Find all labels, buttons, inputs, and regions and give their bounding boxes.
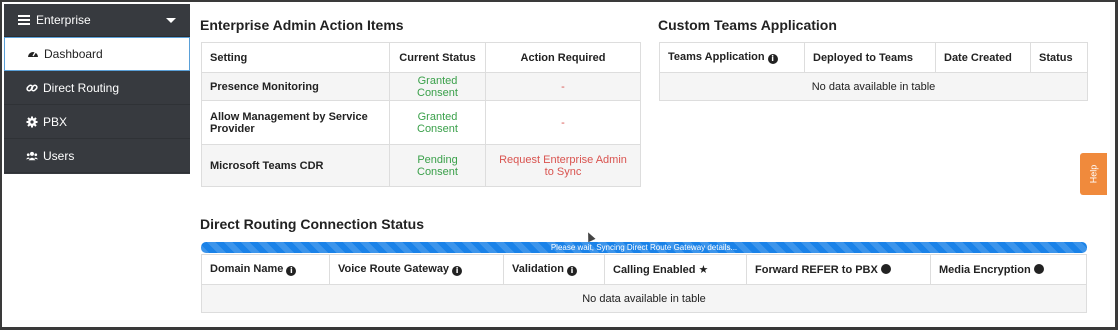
column-header[interactable]: Current Status: [389, 42, 486, 73]
sidebar-header-enterprise[interactable]: Enterprise: [4, 4, 190, 37]
column-header-validation[interactable]: Validation i: [503, 254, 605, 285]
direct-routing-table: Domain Name i Voice Route Gateway i Valida…: [201, 254, 1087, 313]
circle-icon: [880, 263, 891, 274]
help-button[interactable]: Help: [1080, 153, 1107, 195]
column-header-label: Teams Application: [668, 51, 765, 63]
link-icon: [26, 82, 38, 94]
status-cell: Granted Consent: [389, 100, 486, 145]
info-icon: i: [566, 266, 577, 276]
sidebar-item-users[interactable]: Users: [4, 139, 190, 173]
column-header[interactable]: Status: [1030, 42, 1088, 73]
table-row: Presence Monitoring Granted Consent -: [201, 72, 641, 101]
sync-progress-bar: Please wait, Syncing Direct Route Gatewa…: [201, 242, 1087, 253]
setting-cell: Presence Monitoring: [201, 72, 390, 101]
column-header-teams-application[interactable]: Teams Application i: [659, 42, 805, 73]
column-header-label: Forward REFER to PBX: [755, 263, 878, 276]
sidebar-item-direct-routing[interactable]: Direct Routing: [4, 71, 190, 105]
star-icon: ★: [698, 263, 709, 276]
info-icon: i: [286, 266, 297, 276]
empty-table-message: No data available in table: [659, 72, 1088, 101]
users-icon: [26, 150, 38, 162]
column-header-forward-refer[interactable]: Forward REFER to PBX: [746, 254, 931, 285]
progress-text: Please wait, Syncing Direct Route Gatewa…: [550, 243, 738, 252]
sidebar-item-pbx[interactable]: PBX: [4, 105, 190, 139]
column-header-media-encryption[interactable]: Media Encryption: [930, 254, 1087, 285]
column-header-label: Validation: [512, 263, 564, 275]
column-header[interactable]: Date Created: [935, 42, 1031, 73]
direct-routing-title: Direct Routing Connection Status: [200, 216, 424, 232]
table-row: Allow Management by Service Provider Gra…: [201, 100, 641, 145]
column-header-calling-enabled[interactable]: Calling Enabled ★: [604, 254, 747, 285]
empty-table-message: No data available in table: [201, 284, 1087, 313]
menu-icon: [18, 15, 30, 25]
table-row: No data available in table: [659, 72, 1088, 101]
mouse-cursor-icon: [584, 230, 596, 243]
caret-down-icon: [166, 18, 176, 23]
setting-cell: Microsoft Teams CDR: [201, 144, 390, 187]
column-header-voice-route-gateway[interactable]: Voice Route Gateway i: [329, 254, 504, 285]
help-label: Help: [1088, 164, 1099, 184]
sidebar-item-label: Users: [43, 148, 75, 163]
setting-cell: Allow Management by Service Provider: [201, 100, 390, 145]
admin-items-title: Enterprise Admin Action Items: [200, 17, 404, 33]
circle-icon: [1033, 263, 1044, 274]
gear-icon: [26, 116, 38, 128]
table-row: Microsoft Teams CDR Pending Consent Requ…: [201, 144, 641, 187]
column-header[interactable]: Deployed to Teams: [804, 42, 936, 73]
column-header-label: Calling Enabled: [613, 264, 696, 276]
sidebar: Enterprise Dashboard Direct Routing PBX: [4, 4, 190, 174]
action-link[interactable]: Request Enterprise Admin to Sync: [485, 144, 641, 187]
dashboard-icon: [27, 48, 39, 60]
table-row: No data available in table: [201, 284, 1087, 313]
info-icon: i: [767, 54, 778, 64]
sidebar-item-label: Direct Routing: [43, 80, 120, 95]
action-cell: -: [485, 72, 641, 101]
column-header-domain-name[interactable]: Domain Name i: [201, 254, 330, 285]
column-header[interactable]: Action Required: [485, 42, 641, 73]
sidebar-header-label: Enterprise: [36, 13, 91, 27]
column-header-label: Domain Name: [210, 263, 284, 275]
sidebar-item-dashboard[interactable]: Dashboard: [4, 37, 190, 71]
action-cell: -: [485, 100, 641, 145]
sidebar-item-label: PBX: [43, 114, 68, 129]
column-header-label: Voice Route Gateway: [338, 263, 450, 275]
status-cell: Granted Consent: [389, 72, 486, 101]
sidebar-item-label: Dashboard: [44, 47, 103, 61]
teams-app-title: Custom Teams Application: [658, 17, 837, 33]
info-icon: i: [452, 266, 463, 276]
column-header-label: Media Encryption: [939, 263, 1031, 276]
admin-items-table: Setting Current Status Action Required P…: [201, 42, 641, 187]
teams-app-table: Teams Application i Deployed to Teams Dat…: [659, 42, 1088, 101]
status-cell: Pending Consent: [389, 144, 486, 187]
app-frame: Enterprise Dashboard Direct Routing PBX: [2, 2, 1115, 327]
column-header[interactable]: Setting: [201, 42, 390, 73]
